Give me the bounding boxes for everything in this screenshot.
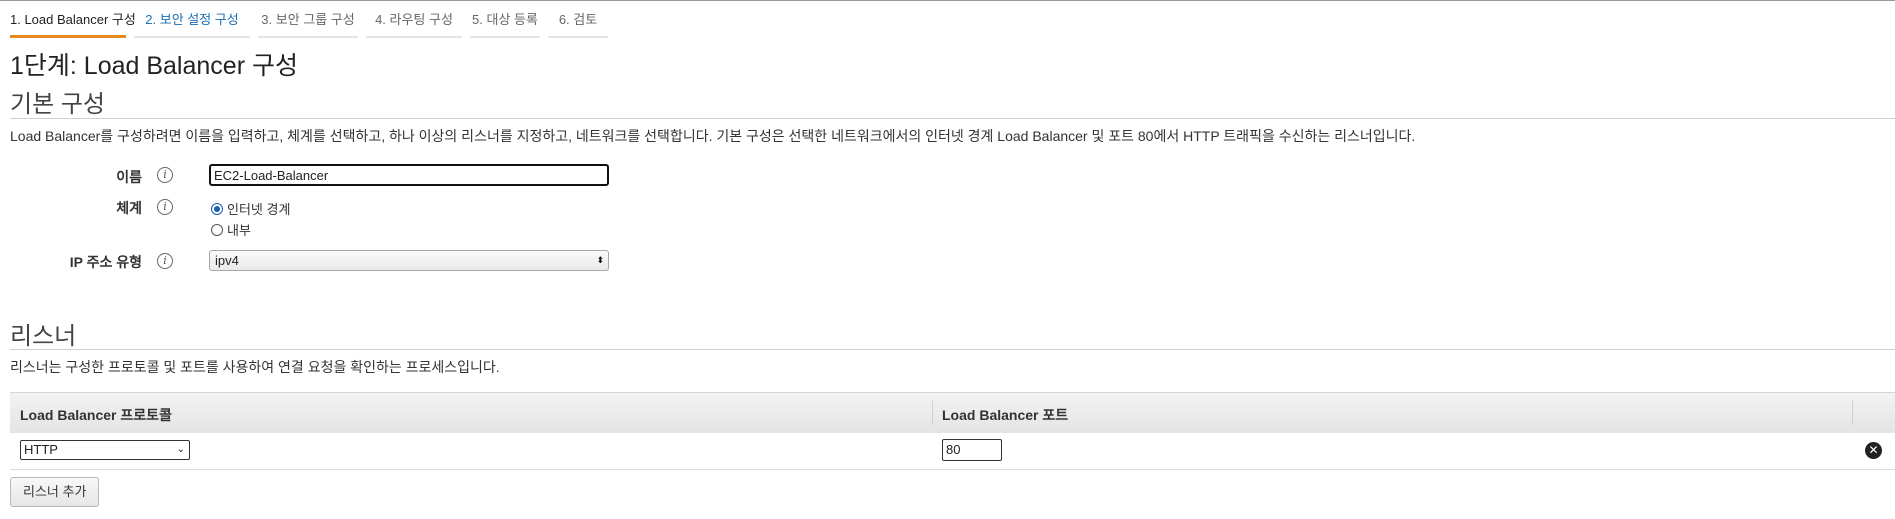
column-divider (1852, 401, 1853, 425)
scheme-option-label: 인터넷 경계 (227, 202, 291, 217)
info-icon[interactable]: i (157, 253, 173, 269)
listener-table-header: Load Balancer 프로토콜 Load Balancer 포트 (10, 392, 1895, 434)
protocol-select[interactable]: HTTP ⌄ (20, 440, 190, 460)
page-title: 1단계: Load Balancer 구성 (10, 52, 298, 80)
scheme-option-internet-facing[interactable]: 인터넷 경계 (211, 199, 290, 218)
basic-config-description: Load Balancer를 구성하려면 이름을 입력하고, 체계를 선택하고,… (10, 128, 1416, 144)
tab-security-settings[interactable]: 2. 보안 설정 구성 (134, 8, 250, 38)
ip-address-type-select[interactable]: ipv4 ⬍ (209, 250, 609, 271)
listeners-description: 리스너는 구성한 프로토콜 및 포트를 사용하여 연결 요청을 확인하는 프로세… (10, 359, 500, 375)
remove-circle-icon[interactable]: ✕ (1865, 442, 1882, 459)
info-icon[interactable]: i (157, 167, 173, 183)
info-icon[interactable]: i (157, 199, 173, 215)
tab-routing[interactable]: 4. 라우팅 구성 (366, 8, 462, 38)
radio-checked-icon[interactable] (211, 202, 223, 215)
tab-register-targets[interactable]: 5. 대상 등록 (470, 8, 540, 38)
scheme-option-label: 내부 (227, 223, 251, 238)
column-header-port: Load Balancer 포트 (942, 407, 1069, 423)
port-input[interactable]: 80 (942, 439, 1002, 461)
radio-unchecked-icon[interactable] (211, 223, 223, 236)
name-label: 이름 (116, 169, 142, 185)
ip-address-type-label: IP 주소 유형 (69, 254, 142, 270)
column-header-protocol: Load Balancer 프로토콜 (20, 407, 172, 423)
ip-address-type-value: ipv4 (215, 253, 239, 268)
basic-config-title: 기본 구성 (10, 91, 105, 118)
scheme-option-internal[interactable]: 내부 (211, 220, 251, 239)
tab-configure-load-balancer[interactable]: 1. Load Balancer 구성 (10, 8, 136, 38)
section-divider (10, 349, 1895, 350)
scheme-label: 체계 (116, 200, 142, 216)
chevron-down-icon: ⌄ (176, 444, 185, 455)
listeners-title: 리스너 (10, 323, 77, 350)
add-listener-button[interactable]: 리스너 추가 (10, 477, 100, 507)
table-row: HTTP ⌄ 80 ✕ (10, 433, 1895, 470)
column-divider (932, 401, 933, 425)
top-border (0, 0, 1895, 1)
tab-review[interactable]: 6. 검토 (548, 8, 608, 38)
name-input[interactable] (209, 164, 609, 186)
tab-security-groups[interactable]: 3. 보안 그룹 구성 (258, 8, 358, 38)
protocol-value: HTTP (24, 442, 58, 457)
select-arrow-icon: ⬍ (596, 255, 604, 265)
section-divider (10, 118, 1895, 119)
